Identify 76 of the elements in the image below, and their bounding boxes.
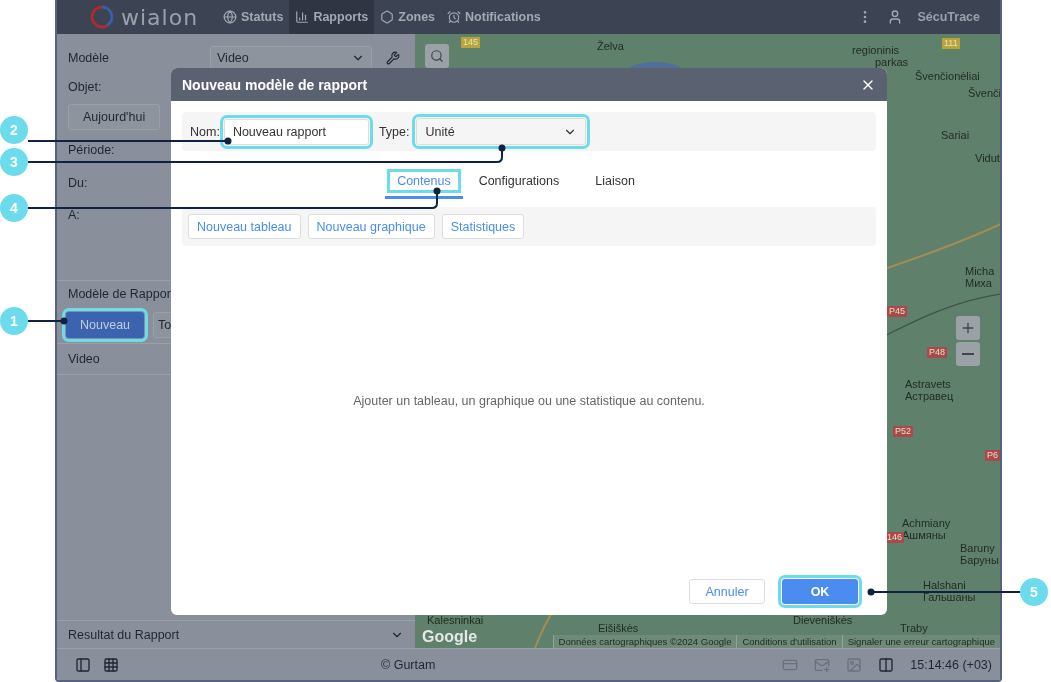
dialog-title: Nouveau modèle de rapport <box>182 76 368 93</box>
place-label: Traby <box>900 622 928 634</box>
search-icon <box>430 49 444 63</box>
road-number: P52 <box>893 426 913 437</box>
search-button[interactable] <box>425 44 449 68</box>
place-label: Achmiany <box>902 517 951 529</box>
nav-tab[interactable]: Zones <box>374 0 442 34</box>
empty-message: Ajouter un tableau, un graphique ou une statistique au contenu. <box>353 393 705 408</box>
zoom-out-button[interactable] <box>956 342 980 366</box>
add-button[interactable]: Statistiques <box>441 214 525 239</box>
logo-icon <box>89 4 115 30</box>
road-number: P48 <box>927 347 947 358</box>
from-label: Du: <box>68 176 88 190</box>
place-label: Švenčionėliai <box>915 70 980 82</box>
place-label: Vidut <box>975 152 1000 164</box>
period-label: Période: <box>68 143 115 157</box>
minus-icon <box>962 353 974 355</box>
callout-badge: 1 <box>0 307 28 335</box>
place-label: Астравец <box>905 390 954 402</box>
template-list-item[interactable]: Video <box>68 352 100 366</box>
zoom-in-button[interactable] <box>956 316 980 340</box>
clock-time: 15:14:46 (+03) <box>910 657 992 672</box>
chart-icon <box>295 10 310 24</box>
name-label: Nom: <box>190 124 220 139</box>
add-button[interactable]: Nouveau graphique <box>307 214 435 239</box>
place-label: Dieveniškės <box>793 614 853 626</box>
grid-icon[interactable] <box>103 656 119 673</box>
template-select[interactable]: Video <box>210 46 372 70</box>
place-label: regioninis <box>852 44 900 56</box>
callout-badge: 3 <box>0 148 28 176</box>
globe-icon <box>223 10 237 24</box>
place-label: Astravets <box>905 378 951 390</box>
road-number: 145 <box>461 37 481 48</box>
columns-icon[interactable] <box>878 656 895 673</box>
leader-line <box>27 317 68 325</box>
place-label: parkas <box>875 56 909 68</box>
place-label: Švenči <box>968 87 1000 99</box>
place-label: Sariai <box>941 129 970 141</box>
road-number: P6 <box>985 450 1000 461</box>
road-number: P45 <box>887 306 907 317</box>
place-label: Baruny <box>960 542 995 554</box>
callout-badge: 4 <box>0 194 28 222</box>
wrench-icon[interactable] <box>386 51 400 65</box>
place-label: Миха <box>965 277 992 289</box>
nav-tab[interactable]: Notifications <box>441 0 547 34</box>
place-label: Micha <box>965 265 995 277</box>
place-label: Eišiškės <box>598 622 639 634</box>
place-label: Гальшаны <box>923 591 976 603</box>
today-button[interactable]: Aujourd'hui <box>68 104 161 130</box>
cancel-button[interactable]: Annuler <box>689 579 765 604</box>
map-logo: Google <box>422 628 478 646</box>
template-label: Modèle <box>68 51 110 65</box>
polygon-icon <box>380 10 395 24</box>
callout-badge: 5 <box>1020 578 1048 606</box>
add-button[interactable]: Nouveau tableau <box>188 214 301 239</box>
place-label: Halshani <box>923 579 966 591</box>
nav-tab[interactable]: Rapports <box>289 0 375 34</box>
place-label: Kalesninkai <box>427 614 484 626</box>
tab[interactable]: Liaison <box>583 173 647 199</box>
road-number: 111 <box>942 38 960 49</box>
section-title[interactable]: Resultat du Rapport <box>68 627 180 642</box>
nav-tab[interactable]: Statuts <box>217 0 290 34</box>
tab[interactable]: Configurations <box>466 173 572 199</box>
copyright-text: © Gurtam <box>381 657 436 672</box>
type-label: Type: <box>378 124 410 139</box>
panel-icon[interactable] <box>75 656 91 673</box>
to-label: A: <box>68 208 80 222</box>
section-title: Modèle de Rappor <box>68 287 171 301</box>
place-label: Баруны <box>960 554 999 566</box>
callout-badge: 2 <box>0 116 28 144</box>
alarm-icon <box>447 10 462 24</box>
place-label: Želva <box>597 40 624 52</box>
object-label: Objet: <box>68 80 102 94</box>
logo-text: wialon <box>121 4 199 30</box>
user-name[interactable]: SécuTrace <box>917 10 980 24</box>
plus-icon <box>960 320 976 336</box>
